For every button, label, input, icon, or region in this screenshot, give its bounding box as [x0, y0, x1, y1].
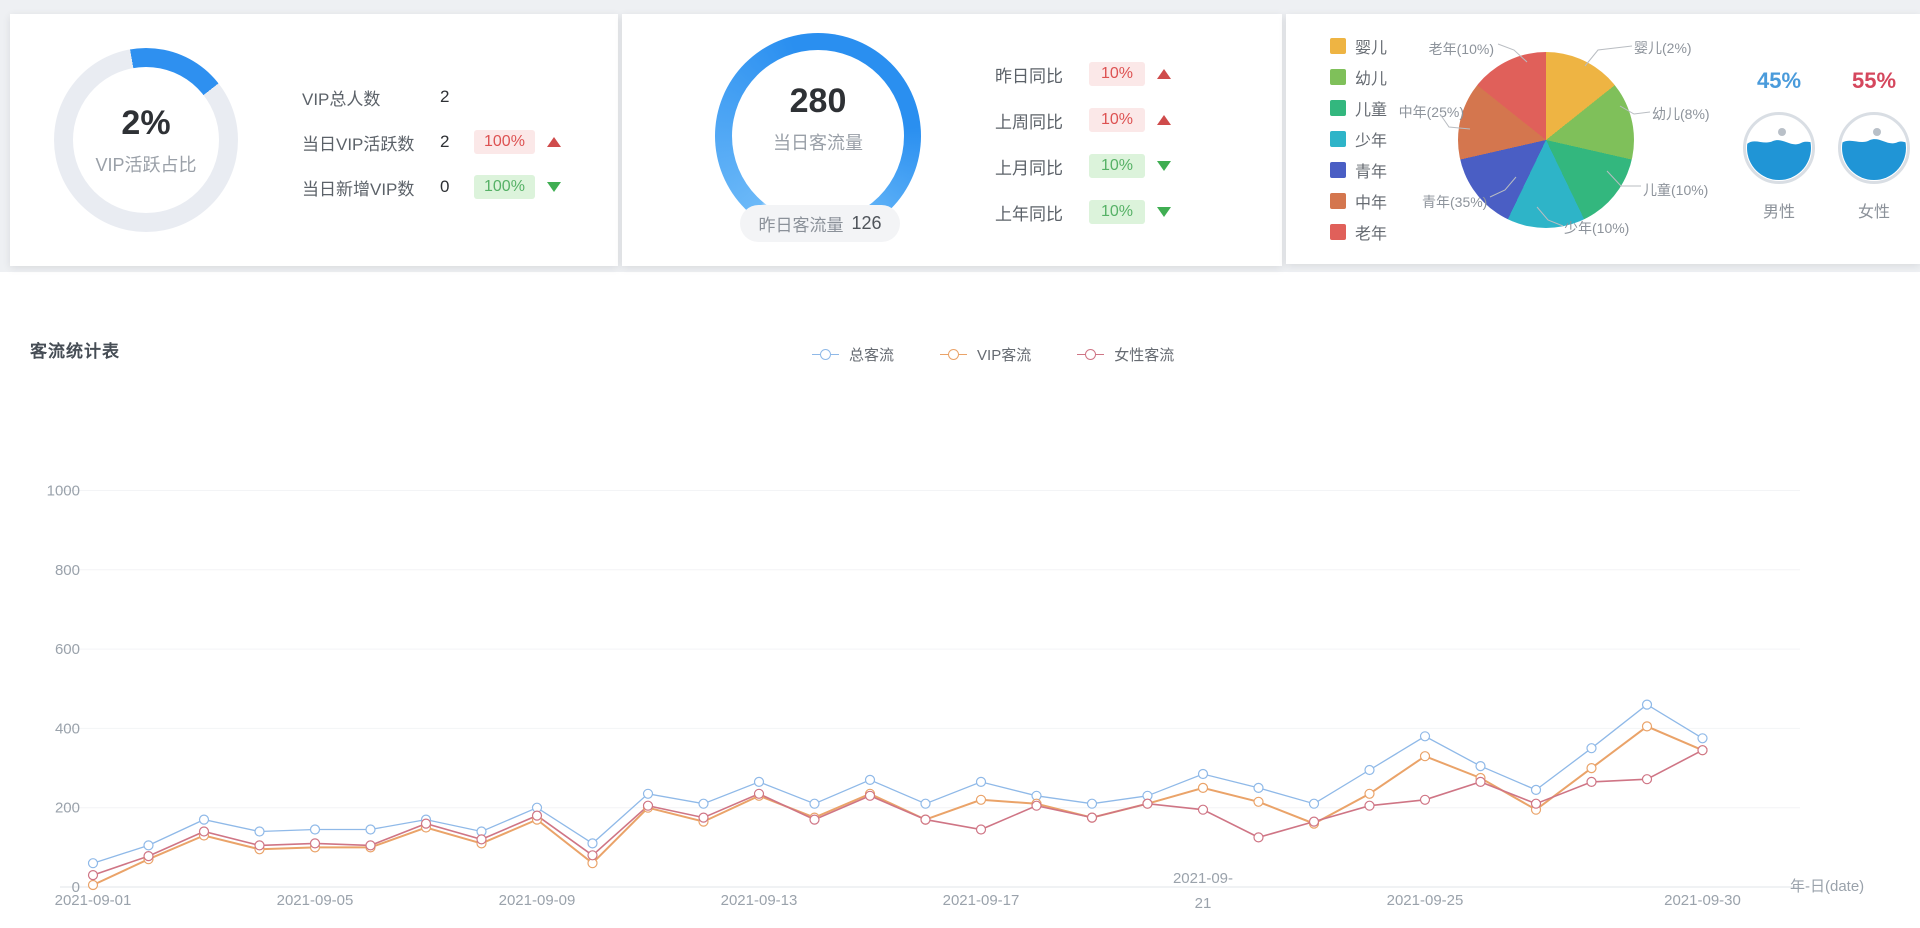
svg-text:600: 600 [55, 641, 80, 658]
svg-text:2021-09-05: 2021-09-05 [277, 892, 354, 909]
stat-value: 2 [440, 132, 450, 151]
compare-label: 上周同比 [995, 112, 1063, 132]
arrow-up-icon [1157, 115, 1171, 125]
compare-label: 上月同比 [995, 158, 1063, 178]
status-badge: 10% [1089, 62, 1145, 86]
chart-legend-item-1[interactable]: 总客流 [812, 344, 894, 365]
legend-line-icon [812, 348, 839, 360]
vip-active-percent: 2% [121, 103, 171, 142]
status-badge: 10% [1089, 154, 1145, 178]
vip-donut-center: 2% VIP活跃占比 [54, 48, 238, 232]
svg-text:2021-09-17: 2021-09-17 [943, 892, 1020, 909]
legend-line-icon [1077, 348, 1105, 360]
arrow-down-icon [1157, 207, 1171, 217]
svg-text:200: 200 [55, 800, 80, 817]
arrow-down-icon [546, 182, 561, 192]
svg-text:1000: 1000 [47, 483, 80, 500]
compare-label: 昨日同比 [995, 66, 1063, 86]
daily-traffic-caption: 当日客流量 [773, 132, 863, 153]
compare-row: 上月同比 10% [995, 152, 1171, 180]
passenger-flow-line-chart: 020040060080010002021-09-01 2021-09-05 202… [47, 483, 1865, 913]
daily-traffic-value: 280 [789, 81, 847, 120]
stat-label: 当日VIP活跃数 [302, 134, 415, 154]
pill-label: 昨日客流量 [758, 216, 844, 235]
stat-value: 0 [440, 177, 450, 196]
vip-active-caption: VIP活跃占比 [95, 154, 197, 175]
compare-row: 昨日同比 10% [995, 60, 1171, 88]
svg-text:2021-09-01: 2021-09-01 [55, 892, 132, 909]
arrow-up-icon [1157, 69, 1171, 79]
pie-connector-lines [1439, 43, 1651, 227]
stat-value: 2 [440, 87, 450, 106]
status-badge: 100% [474, 175, 535, 199]
status-badge: 10% [1089, 108, 1145, 132]
series-line-VIP客流 [92, 725, 1703, 886]
svg-text:800: 800 [55, 562, 80, 579]
stat-label: VIP总人数 [302, 89, 381, 109]
chart-legend-item-3[interactable]: 女性客流 [1077, 344, 1174, 365]
legend-label: 女性客流 [1114, 347, 1175, 364]
line-chart-legend: 总客流 VIP客流 女性客流 [812, 344, 1174, 365]
arrow-up-icon [546, 137, 561, 147]
svg-text:2021-09-: 2021-09- [1173, 870, 1233, 887]
legend-label: VIP客流 [977, 347, 1032, 364]
chart-legend-item-2[interactable]: VIP客流 [940, 344, 1031, 365]
svg-text:2021-09-30: 2021-09-30 [1664, 892, 1741, 909]
legend-line-icon [940, 348, 968, 360]
daily-traffic-card: 280 当日客流量 昨日客流量 126 昨日同比 10% 上周同比 10% 上月… [622, 14, 1282, 266]
demographics-card: 婴儿 幼儿 儿童 少年 青年 中年 老年 婴儿(2%) 幼儿(8%) 儿童(10%) 少年(10%… [1286, 14, 1920, 264]
svg-text:2021-09-13: 2021-09-13 [721, 892, 798, 909]
compare-row: 上周同比 10% [995, 106, 1171, 134]
vip-stat-row: VIP总人数 2 [302, 84, 460, 110]
status-badge: 10% [1089, 200, 1145, 224]
vip-stat-row: 当日VIP活跃数 2 100% [302, 129, 561, 155]
traffic-gauge-center: 280 当日客流量 [715, 33, 921, 203]
vip-stat-row: 当日新增VIP数 0 100% [302, 174, 561, 200]
status-badge: 100% [474, 130, 535, 154]
compare-row: 上年同比 10% [995, 198, 1171, 226]
stat-label: 当日新增VIP数 [302, 179, 415, 199]
svg-text:21: 21 [1195, 895, 1212, 912]
vip-activity-card: 2% VIP活跃占比 VIP总人数 2 当日VIP活跃数 2 100% 当日新增… [10, 14, 618, 266]
arrow-down-icon [1157, 161, 1171, 171]
legend-label: 总客流 [849, 347, 895, 364]
yesterday-traffic-pill: 昨日客流量 126 [740, 205, 900, 242]
pill-value: 126 [851, 213, 882, 233]
svg-text:2021-09-25: 2021-09-25 [1387, 892, 1464, 909]
svg-text:年-日(date): 年-日(date) [1790, 878, 1864, 895]
svg-text:2021-09-09: 2021-09-09 [499, 892, 576, 909]
svg-text:400: 400 [55, 720, 80, 737]
compare-label: 上年同比 [995, 204, 1063, 224]
dashboard-page: { "cards": { "vip": { "percent": "2%", "… [0, 0, 1920, 928]
flow-chart-title: 客流统计表 [30, 342, 120, 361]
series-line-女性客流 [92, 749, 1703, 876]
